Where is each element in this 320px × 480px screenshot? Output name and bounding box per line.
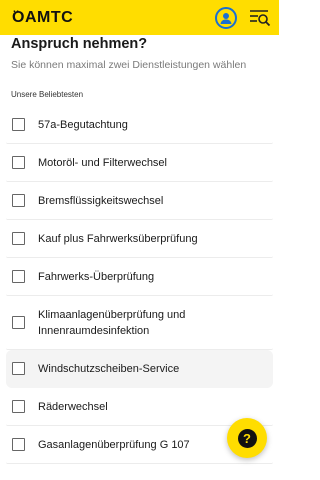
service-label: 57a-Begutachtung [38,118,128,131]
service-checkbox[interactable] [12,362,25,375]
section-label: Unsere Beliebtesten [11,90,84,99]
service-item[interactable]: Windschutzscheiben-Service [6,350,273,388]
service-label: Fahrwerks-Überprüfung [38,270,155,283]
service-checkbox[interactable] [12,118,25,131]
app-header: .. OAMTC [0,0,279,35]
service-label: Klimaanlagenüberprüfung und Innenraumdes… [38,308,186,337]
service-checkbox[interactable] [12,438,25,451]
service-label: Motoröl- und Filterwechsel [38,156,167,169]
service-checkbox[interactable] [12,232,25,245]
service-checkbox[interactable] [12,270,25,283]
service-item[interactable]: Bremsflüssigkeitswechsel [6,182,273,220]
service-label: Gasanlagenüberprüfung G 107 [38,438,190,451]
main-content: Anspruch nehmen? Sie können maximal zwei… [0,35,279,464]
service-item[interactable]: Klimaanlagenüberprüfung und Innenraumdes… [6,296,273,350]
page-subtitle: Sie können maximal zwei Dienstleistungen… [11,59,247,71]
menu-search-button[interactable] [249,8,271,28]
service-checkbox[interactable] [12,400,25,413]
profile-button[interactable] [215,6,237,29]
service-checkbox[interactable] [12,194,25,207]
service-label: Räderwechsel [38,400,108,413]
service-label: Bremsflüssigkeitswechsel [38,194,164,207]
page-title: Anspruch nehmen? [11,36,148,52]
service-checkbox[interactable] [12,316,25,329]
service-checkbox[interactable] [12,156,25,169]
service-item[interactable]: 57a-Begutachtung [6,106,273,144]
menu-search-icon [250,9,271,26]
service-label: Windschutzscheiben-Service [38,362,180,375]
service-item[interactable]: Fahrwerks-Überprüfung [6,258,273,296]
service-item[interactable]: Kauf plus Fahrwerksüberprüfung [6,220,273,258]
logo-umlaut: .. [13,3,20,15]
help-icon: ? [237,428,257,448]
page: .. OAMTC Anspruch nehmen? Sie können max… [0,0,279,480]
help-button[interactable]: ? [227,418,267,458]
oamtc-logo[interactable]: .. OAMTC [12,4,74,27]
service-list: 57a-Begutachtung Motoröl- und Filterwech… [0,106,279,464]
service-item[interactable]: Motoröl- und Filterwechsel [6,144,273,182]
logo-text: OAMTC [12,8,74,26]
service-item[interactable]: Räderwechsel [6,388,273,426]
service-label: Kauf plus Fahrwerksüberprüfung [38,232,198,245]
user-icon [220,12,232,24]
